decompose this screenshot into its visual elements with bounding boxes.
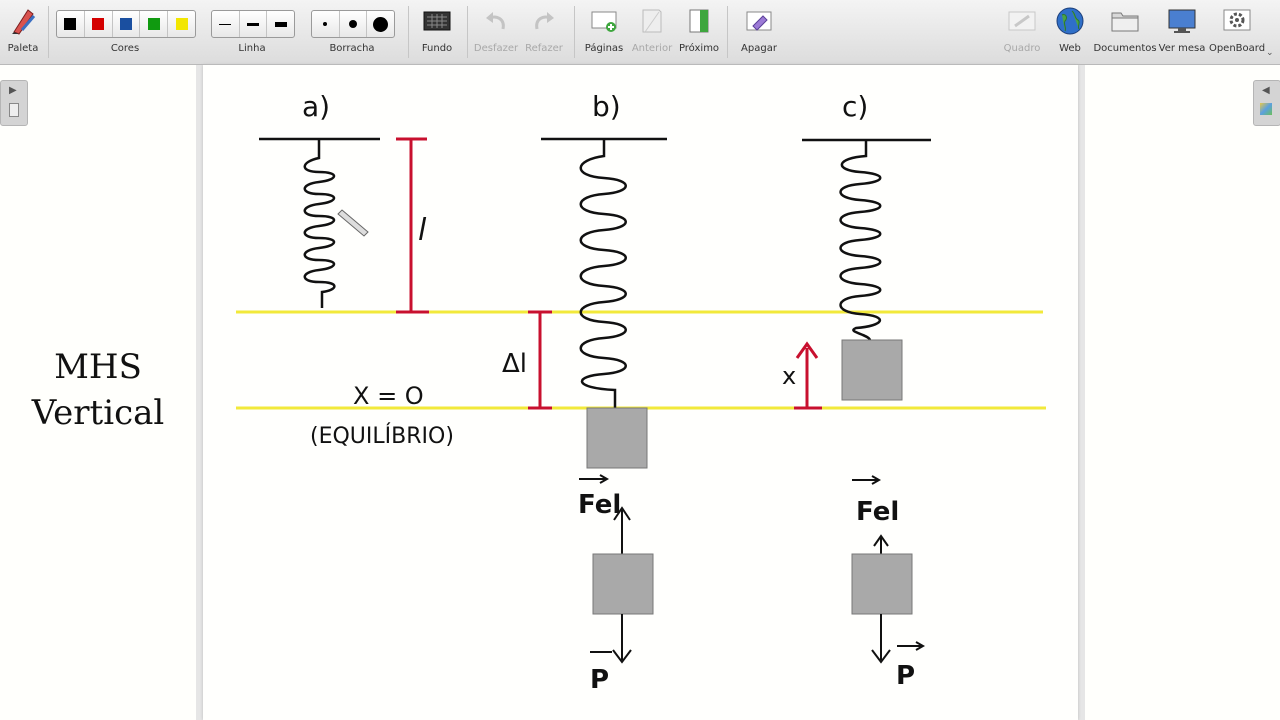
separator (727, 6, 728, 58)
colors-label: Cores (110, 43, 140, 54)
line-medium[interactable] (240, 11, 268, 37)
undo-button[interactable]: Desfazer (472, 0, 520, 64)
spring-b (579, 139, 627, 408)
next-page-label: Próximo (678, 43, 720, 54)
weight-label-b: P (590, 665, 609, 695)
eraser-size-picker (311, 10, 395, 38)
board-icon (1005, 6, 1039, 36)
erase-page-icon (742, 6, 776, 36)
board-button[interactable]: Quadro (1000, 0, 1044, 64)
openboard-button[interactable]: OpenBoard (1209, 0, 1265, 64)
redo-label: Refazer (525, 43, 563, 54)
color-blue[interactable] (113, 11, 141, 37)
line-thick[interactable] (267, 11, 294, 37)
elastic-force-label-c: Fel (856, 497, 899, 527)
length-label: l (418, 213, 427, 248)
palette-button[interactable]: Paleta (2, 0, 44, 64)
palette-label: Paleta (7, 43, 39, 54)
color-green[interactable] (140, 11, 169, 37)
desktop-button[interactable]: Ver mesa (1158, 0, 1206, 64)
color-yellow[interactable] (168, 11, 195, 37)
equilibrium-value: X = O (353, 382, 424, 410)
globe-icon (1053, 6, 1087, 36)
eraser-label: Borracha (329, 43, 375, 54)
undo-label: Desfazer (473, 43, 519, 54)
delta-label: Δl (502, 349, 527, 379)
erase-page-label: Apagar (741, 43, 777, 54)
erase-page-button[interactable]: Apagar (735, 0, 783, 64)
chevron-down-icon[interactable]: ⌄ (1266, 48, 1274, 58)
redo-icon (527, 6, 561, 36)
separator (574, 6, 575, 58)
color-picker (56, 10, 196, 38)
web-button[interactable]: Web (1050, 0, 1090, 64)
separator (408, 6, 409, 58)
web-label: Web (1059, 43, 1081, 54)
toolbar: Paleta Cores Linha Borracha Fundo Desfaz… (0, 0, 1280, 65)
eraser-large[interactable] (367, 11, 394, 37)
previous-page-label: Anterior (631, 43, 673, 54)
x-label: x (782, 362, 796, 390)
board-label: Quadro (1003, 43, 1041, 54)
case-c-label: c) (842, 90, 868, 123)
spring-c (839, 140, 882, 341)
background-icon (420, 6, 454, 36)
add-page-icon (587, 6, 621, 36)
previous-page-icon (635, 6, 669, 36)
pages-button[interactable]: Páginas (582, 0, 626, 64)
pages-label: Páginas (584, 43, 624, 54)
previous-page-button[interactable]: Anterior (630, 0, 674, 64)
whiteboard-drawing: a) l X = O (EQUILÍBRIO) b) Δl Fel P c) x… (236, 90, 1046, 695)
documents-button[interactable]: Documentos (1093, 0, 1157, 64)
color-black[interactable] (57, 11, 85, 37)
elastic-force-label-b: Fel (578, 490, 621, 520)
color-red[interactable] (85, 11, 113, 37)
desktop-label: Ver mesa (1158, 43, 1206, 54)
free-body-mass-c (851, 553, 913, 615)
mass-b (586, 407, 648, 469)
separator (48, 6, 49, 58)
case-b-label: b) (592, 90, 621, 123)
marker-cursor-icon (337, 209, 369, 237)
eraser-small[interactable] (312, 11, 340, 37)
spring-a (303, 139, 336, 308)
line-label: Linha (238, 43, 266, 54)
separator (467, 6, 468, 58)
background-label: Fundo (421, 43, 453, 54)
next-page-button[interactable]: Próximo (676, 0, 722, 64)
eraser-medium[interactable] (340, 11, 368, 37)
desktop-icon (1165, 6, 1199, 36)
redo-button[interactable]: Refazer (521, 0, 567, 64)
documents-label: Documentos (1093, 43, 1157, 54)
free-body-mass-b (592, 553, 654, 615)
equilibrium-label: (EQUILÍBRIO) (310, 423, 454, 449)
openboard-label: OpenBoard (1208, 43, 1266, 54)
weight-label-c: P (896, 661, 915, 691)
folder-icon (1108, 6, 1142, 36)
gear-icon (1220, 6, 1254, 36)
undo-icon (479, 6, 513, 36)
case-a-label: a) (302, 90, 330, 123)
mass-c (841, 339, 903, 401)
line-thin[interactable] (212, 11, 240, 37)
background-button[interactable]: Fundo (414, 0, 460, 64)
line-width-picker (211, 10, 295, 38)
next-page-icon (682, 6, 716, 36)
palette-pen-icon (6, 6, 40, 36)
